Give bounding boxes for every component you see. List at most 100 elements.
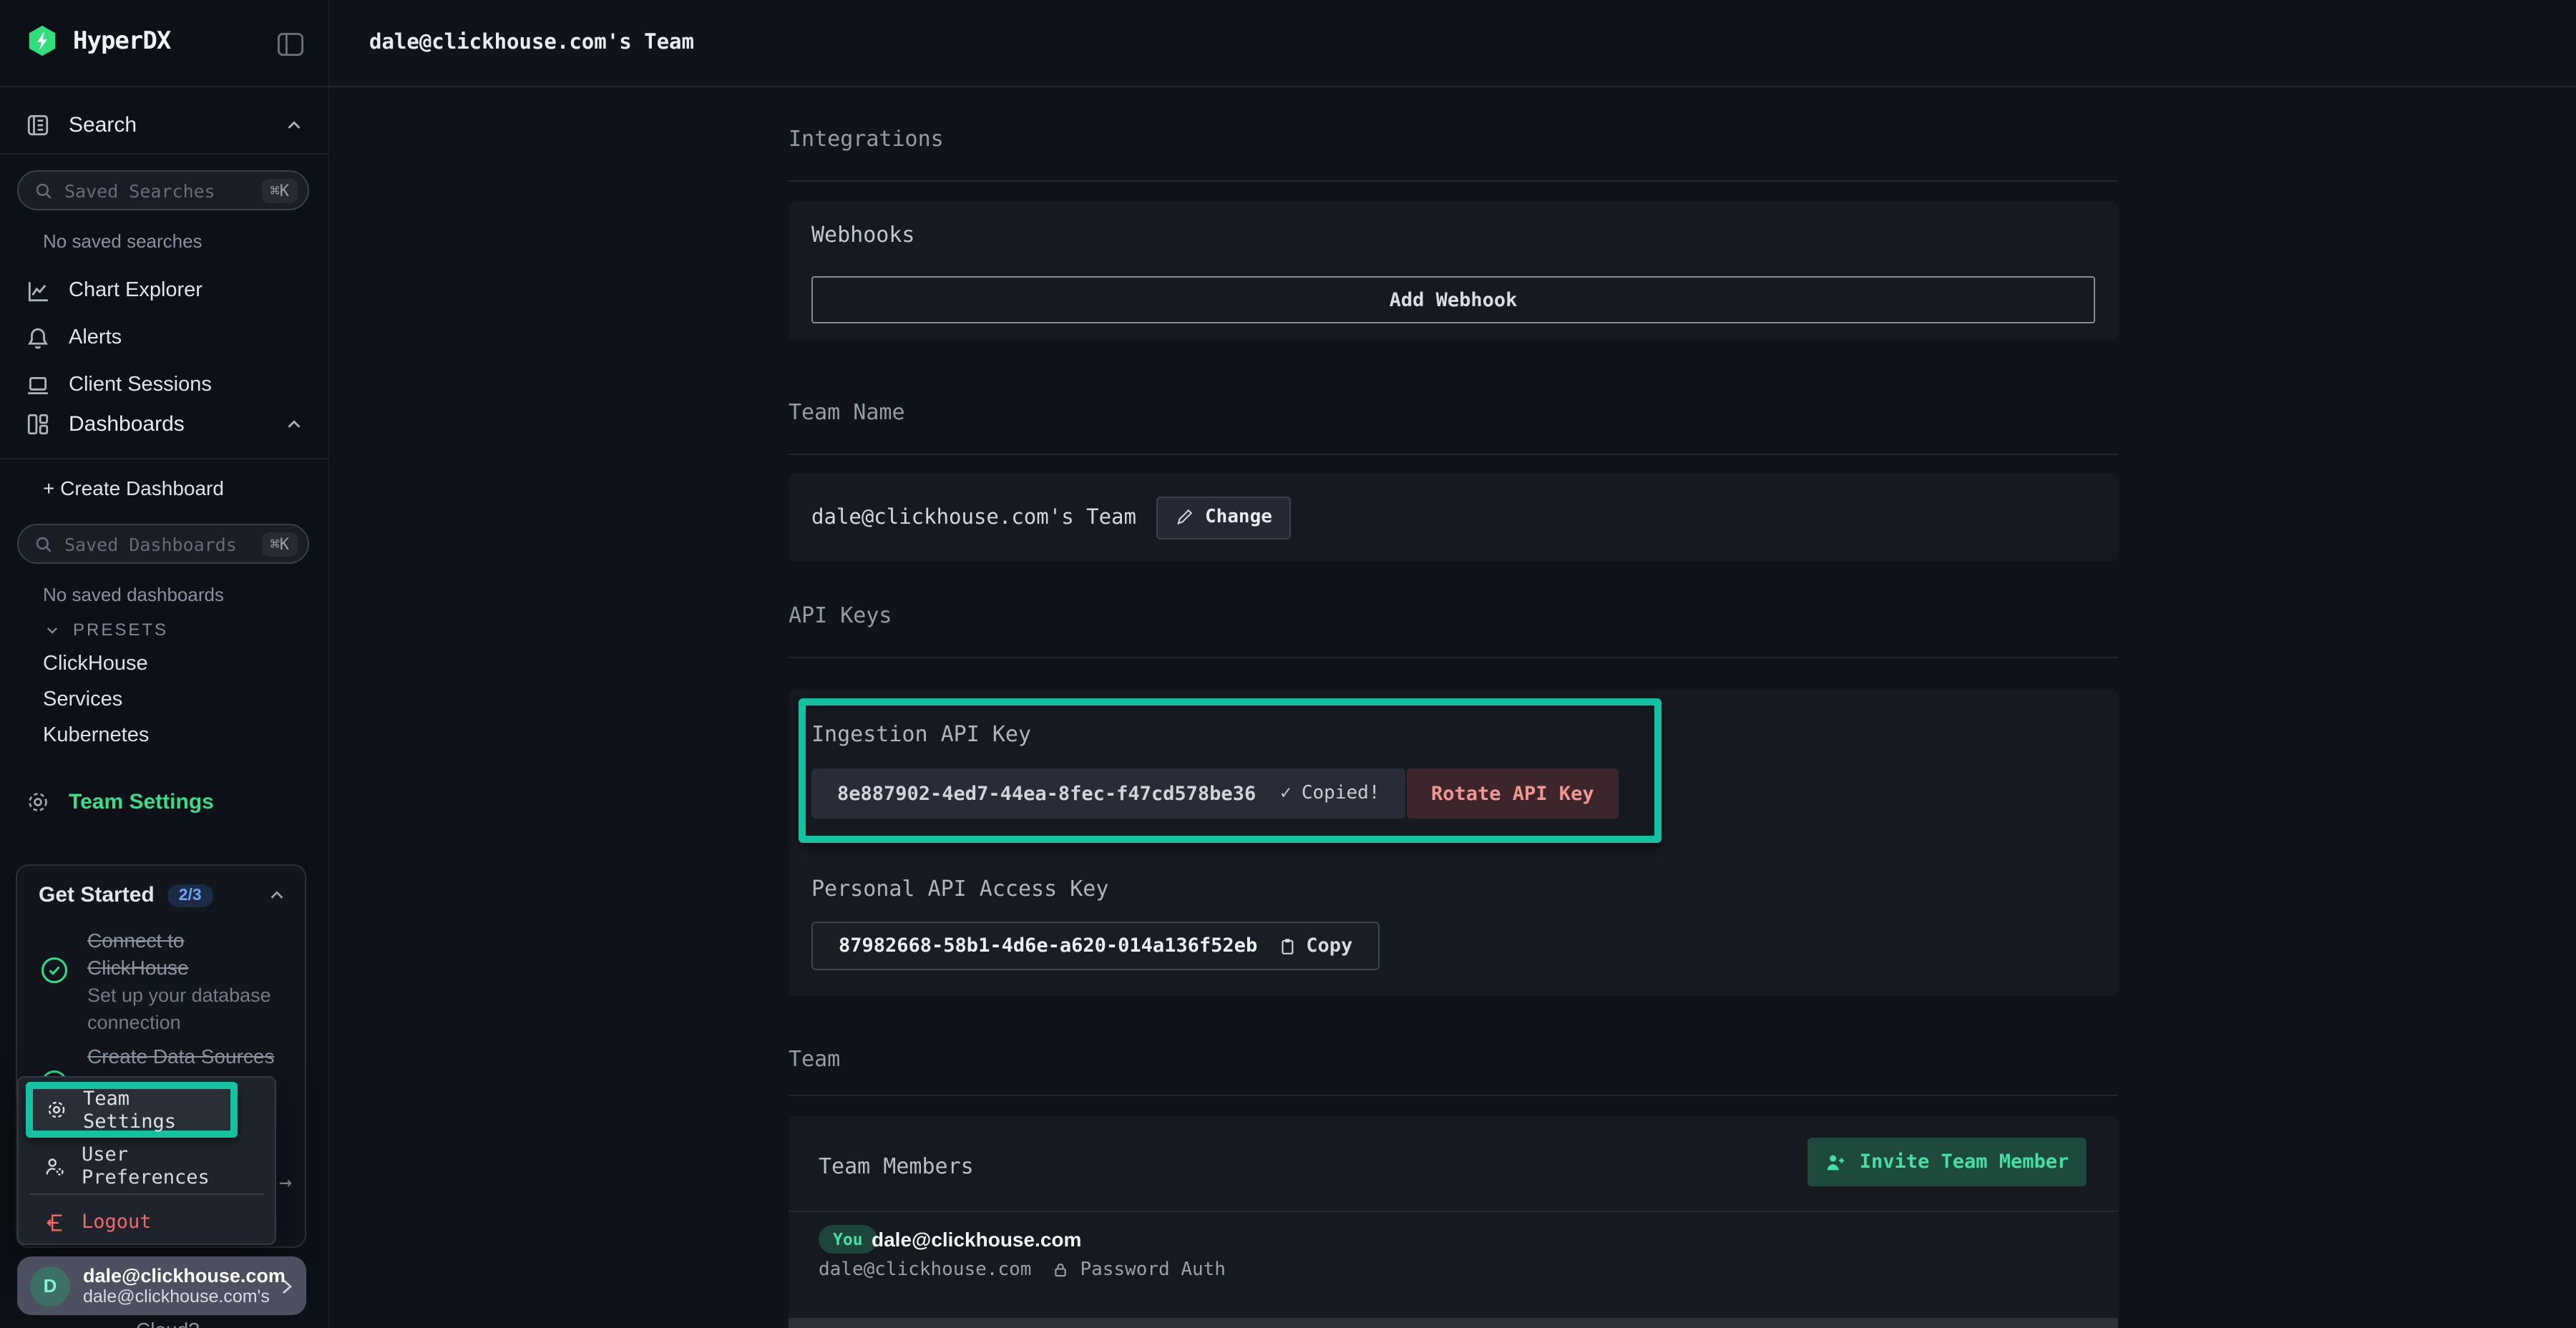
team-name-card: dale@clickhouse.com's Team Change: [789, 474, 2118, 561]
sidebar-item-alerts[interactable]: Alerts: [26, 316, 303, 359]
no-saved-dashboards-text: No saved dashboards: [43, 584, 224, 605]
clipped-text: Cloud?: [136, 1318, 200, 1328]
avatar: D: [30, 1266, 70, 1306]
get-started-item-subtitle: Set up your database connection: [87, 982, 305, 1036]
clipboard-icon: [1277, 935, 1296, 957]
change-team-name-button[interactable]: Change: [1156, 496, 1291, 539]
sidebar-section-dashboards[interactable]: Dashboards: [26, 412, 303, 436]
team-heading: Team: [789, 1046, 840, 1072]
annotation-box-team-settings: Team Settings: [26, 1082, 238, 1138]
page-header: dale@clickhouse.com's Team: [329, 0, 2576, 87]
chevron-up-icon: [285, 116, 303, 135]
collapse-sidebar-icon[interactable]: [276, 30, 305, 59]
shortcut-badge: ⌘K: [262, 178, 298, 202]
team-card: Team Members Invite Team Member You dale…: [789, 1116, 2118, 1328]
get-started-progress-badge: 2/3: [167, 884, 213, 907]
user-gear-icon: [44, 1156, 66, 1177]
user-plus-icon: [1825, 1151, 1847, 1173]
preset-services[interactable]: Services: [43, 688, 122, 711]
divider: [789, 1095, 2118, 1096]
divider: [0, 153, 329, 155]
get-started-title: Get Started: [39, 883, 155, 907]
member-name: dale@clickhouse.com: [872, 1225, 1081, 1254]
presets-toggle[interactable]: PRESETS: [44, 620, 168, 640]
gear-icon: [26, 790, 50, 814]
you-badge: You: [819, 1225, 877, 1254]
ingestion-api-key-label: Ingestion API Key: [811, 721, 1031, 747]
bell-icon: [26, 326, 50, 350]
dashboard-grid-icon: [26, 412, 50, 436]
api-keys-heading: API Keys: [789, 602, 892, 628]
personal-api-key-value: 87982668-58b1-4d6e-a620-014a136f52eb: [839, 934, 1257, 957]
search-icon: [34, 534, 53, 553]
divider: [0, 86, 329, 87]
hyperdx-logo-icon: [26, 24, 59, 57]
menu-item-team-settings[interactable]: Team Settings: [33, 1089, 230, 1131]
check-circle-icon: [40, 956, 69, 985]
search-icon: [34, 181, 53, 200]
user-team-name: dale@clickhouse.com's: [83, 1286, 265, 1307]
add-webhook-button[interactable]: Add Webhook: [811, 276, 2095, 323]
check-icon: ✓: [1280, 783, 1292, 804]
saved-dashboards-search[interactable]: ⌘K: [17, 524, 309, 564]
preset-clickhouse[interactable]: ClickHouse: [43, 653, 148, 675]
copy-button[interactable]: Copy: [1277, 934, 1352, 957]
preset-kubernetes[interactable]: Kubernetes: [43, 724, 149, 747]
invite-team-member-button[interactable]: Invite Team Member: [1807, 1138, 2087, 1186]
user-name: dale@clickhouse.com: [83, 1265, 265, 1286]
chevron-right-icon: [278, 1276, 295, 1296]
get-started-item-title[interactable]: Connect to ClickHouse: [87, 927, 262, 982]
api-keys-card: Ingestion API Key 8e887902-4ed7-44ea-8fe…: [789, 690, 2118, 996]
create-dashboard-button[interactable]: + Create Dashboard: [43, 477, 224, 499]
search-section-icon: [26, 113, 50, 137]
arrow-right-icon[interactable]: →: [279, 1169, 292, 1195]
laptop-icon: [26, 373, 50, 397]
copied-status: ✓ Copied!: [1280, 783, 1380, 804]
search-section-label: Search: [69, 113, 266, 137]
presets-label: PRESETS: [73, 620, 168, 640]
user-account-button[interactable]: D dale@clickhouse.com dale@clickhouse.co…: [17, 1256, 306, 1315]
dashboards-section-label: Dashboards: [69, 412, 266, 436]
webhooks-card: Webhooks Add Webhook: [789, 202, 2118, 341]
saved-searches-input[interactable]: [64, 180, 250, 201]
saved-dashboards-input[interactable]: [64, 533, 250, 555]
chart-icon: [26, 278, 50, 303]
chevron-down-icon: [44, 622, 60, 638]
app-title: HyperDX: [73, 26, 170, 55]
integrations-heading: Integrations: [789, 126, 944, 152]
team-settings-label: Team Settings: [69, 790, 214, 814]
get-started-header[interactable]: Get Started 2/3: [39, 883, 286, 907]
divider: [789, 454, 2118, 455]
divider: [789, 180, 2118, 182]
gear-icon: [46, 1099, 67, 1120]
team-members-label: Team Members: [819, 1153, 974, 1179]
divider: [789, 657, 2118, 658]
app-window: HyperDX Search ⌘K No saved searches: [0, 0, 2576, 1328]
webhooks-label: Webhooks: [811, 222, 915, 248]
team-settings-content: Integrations Webhooks Add Webhook Team N…: [789, 87, 2118, 1328]
divider: [0, 458, 329, 459]
personal-api-key-label: Personal API Access Key: [811, 876, 1108, 902]
sidebar-item-chart-explorer[interactable]: Chart Explorer: [26, 269, 303, 312]
saved-searches-search[interactable]: ⌘K: [17, 170, 309, 210]
sidebar-item-client-sessions[interactable]: Client Sessions: [26, 363, 303, 406]
get-started-item-title[interactable]: Create Data Sources: [87, 1043, 306, 1070]
sidebar-item-team-settings[interactable]: Team Settings: [26, 790, 214, 814]
ingestion-api-key-value: 8e887902-4ed7-44ea-8fec-f47cd578be36: [837, 782, 1256, 805]
chevron-up-icon: [268, 886, 286, 904]
personal-api-key-chip[interactable]: 87982668-58b1-4d6e-a620-014a136f52eb Cop…: [811, 922, 1380, 970]
ingestion-api-key-chip[interactable]: 8e887902-4ed7-44ea-8fec-f47cd578be36 ✓ C…: [811, 768, 1405, 819]
no-saved-searches-text: No saved searches: [43, 230, 203, 252]
menu-item-user-preferences[interactable]: User Preferences: [31, 1146, 262, 1186]
rotate-api-key-button[interactable]: Rotate API Key: [1407, 768, 1619, 819]
sidebar-section-search[interactable]: Search: [26, 113, 303, 137]
member-email: dale@clickhouse.com: [819, 1259, 1031, 1281]
sidebar: HyperDX Search ⌘K No saved searches: [0, 0, 329, 1328]
account-menu: Team Settings User Preferences Logout: [17, 1076, 276, 1245]
menu-item-logout[interactable]: Logout: [31, 1202, 262, 1242]
chevron-up-icon: [285, 415, 303, 434]
member-details-row: dale@clickhouse.com Password Auth: [819, 1259, 1226, 1281]
divider: [30, 1193, 263, 1195]
logo: HyperDX: [26, 24, 170, 57]
lock-icon: [1051, 1261, 1068, 1279]
